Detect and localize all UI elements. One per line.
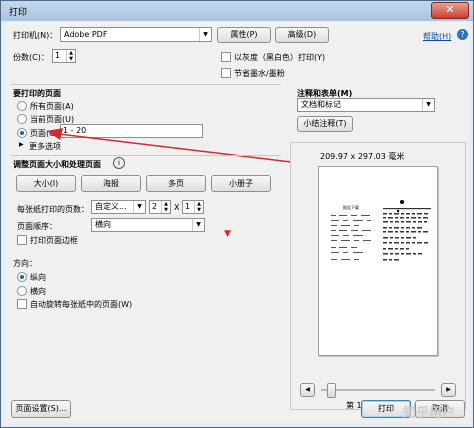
auto-rotate-label: 自动旋转每张纸中的页面(W) [30, 300, 133, 309]
expand-triangle-icon[interactable]: ▶ [19, 141, 24, 148]
close-button[interactable]: ✕ [431, 2, 469, 19]
printer-label: 打印机(N)： [13, 31, 58, 40]
booklet-button[interactable]: 小册子 [211, 175, 271, 192]
stepper-arrows-icon: ▲ ▼ [161, 201, 170, 213]
chevron-down-icon: ▼ [199, 28, 211, 41]
save-ink-label: 节省墨水/墨粉 [234, 69, 285, 78]
divider [11, 84, 281, 85]
chevron-right-icon: ▶ [446, 386, 451, 393]
help-icon[interactable]: ? [457, 29, 468, 40]
orientation-heading: 方向： [13, 259, 37, 268]
landscape-label: 横向 [30, 287, 46, 296]
pages-per-sheet-value: 自定义... [95, 202, 127, 211]
dialog-body: 打印机(N)： Adobe PDF ▼ 属性(P) 高级(D) 帮助(H) ? … [5, 22, 469, 423]
page-order-value: 横向 [95, 220, 111, 229]
pages-radio[interactable] [17, 128, 27, 138]
chevron-down-icon: ▼ [133, 201, 145, 213]
preview-panel: 209.97 x 297.03 毫米 报告下载 ◀ ▶ 第 1 [290, 142, 466, 410]
current-page-radio[interactable] [17, 114, 27, 124]
grayscale-checkbox[interactable] [221, 52, 231, 62]
pages-to-print-heading: 要打印的页面 [13, 89, 61, 98]
watermark: 知乎用户 [403, 406, 456, 421]
red-triangle-marker: ▼ [224, 229, 231, 239]
poster-button[interactable]: 海报 [81, 175, 141, 192]
landscape-radio[interactable] [17, 286, 27, 296]
page-slider-track[interactable] [321, 389, 435, 391]
sizing-heading: 调整页面大小和处理页面 [13, 160, 101, 169]
page-slider-thumb[interactable] [327, 383, 336, 398]
chevron-left-icon: ◀ [305, 386, 310, 393]
grayscale-label: 以灰度（黑白色）打印(Y) [234, 53, 326, 62]
all-pages-radio[interactable] [17, 101, 27, 111]
page-order-select[interactable]: 横向 ▼ [91, 218, 205, 232]
preview-page: 报告下载 [318, 166, 438, 356]
per-sheet-x-value: 2 [152, 202, 158, 211]
page-border-label: 打印页面边框 [30, 236, 78, 245]
stepper-arrows-icon: ▲ ▼ [194, 201, 203, 213]
previous-page-button[interactable]: ◀ [300, 383, 315, 397]
page-order-label: 页面顺序： [17, 222, 57, 231]
divider [11, 155, 281, 156]
pages-per-sheet-select[interactable]: 自定义... ▼ [91, 200, 146, 214]
preview-content [331, 200, 431, 261]
help-link[interactable]: 帮助(H) [423, 31, 451, 42]
printer-select[interactable]: Adobe PDF ▼ [60, 27, 212, 42]
comments-value: 文档和标记 [301, 100, 341, 109]
comments-select[interactable]: 文档和标记 ▼ [297, 98, 435, 112]
portrait-radio[interactable] [17, 272, 27, 282]
multiple-button[interactable]: 多页 [146, 175, 206, 192]
print-dialog: 打印 ✕ 打印机(N)： Adobe PDF ▼ 属性(P) 高级(D) 帮助(… [0, 0, 474, 428]
portrait-label: 纵向 [30, 273, 46, 282]
save-ink-checkbox[interactable] [221, 68, 231, 78]
copies-label: 份数(C)： [13, 53, 49, 62]
stepper-arrows-icon: ▲ ▼ [66, 50, 75, 62]
per-sheet-x-stepper[interactable]: 2 ▲ ▼ [149, 200, 171, 214]
page-setup-button[interactable]: 页面设置(S)... [11, 400, 71, 418]
copies-stepper[interactable]: 1 ▲ ▼ [52, 49, 76, 63]
copies-value: 1 [55, 51, 61, 60]
per-sheet-y-value: 1 [185, 202, 191, 211]
pages-per-sheet-label: 每张纸打印的页数： [17, 205, 89, 214]
next-page-button[interactable]: ▶ [441, 383, 456, 397]
window-title: 打印 [9, 8, 28, 18]
per-sheet-y-stepper[interactable]: 1 ▲ ▼ [182, 200, 204, 214]
title-bar: 打印 ✕ [1, 1, 473, 21]
info-icon[interactable]: i [113, 157, 125, 169]
preview-size-text: 209.97 x 297.03 毫米 [320, 152, 405, 161]
advanced-button[interactable]: 高级(D) [275, 27, 329, 43]
chevron-down-icon: ▼ [192, 219, 204, 231]
summarize-comments-button[interactable]: 小结注释(T) [297, 116, 353, 132]
size-button[interactable]: 大小(I) [16, 175, 76, 192]
times-label: X [174, 203, 180, 212]
all-pages-label: 所有页面(A) [30, 102, 74, 111]
page-border-checkbox[interactable] [17, 235, 27, 245]
printer-value: Adobe PDF [64, 30, 108, 39]
properties-button[interactable]: 属性(P) [217, 27, 271, 43]
chevron-down-icon: ▼ [422, 99, 434, 111]
auto-rotate-checkbox[interactable] [17, 299, 27, 309]
